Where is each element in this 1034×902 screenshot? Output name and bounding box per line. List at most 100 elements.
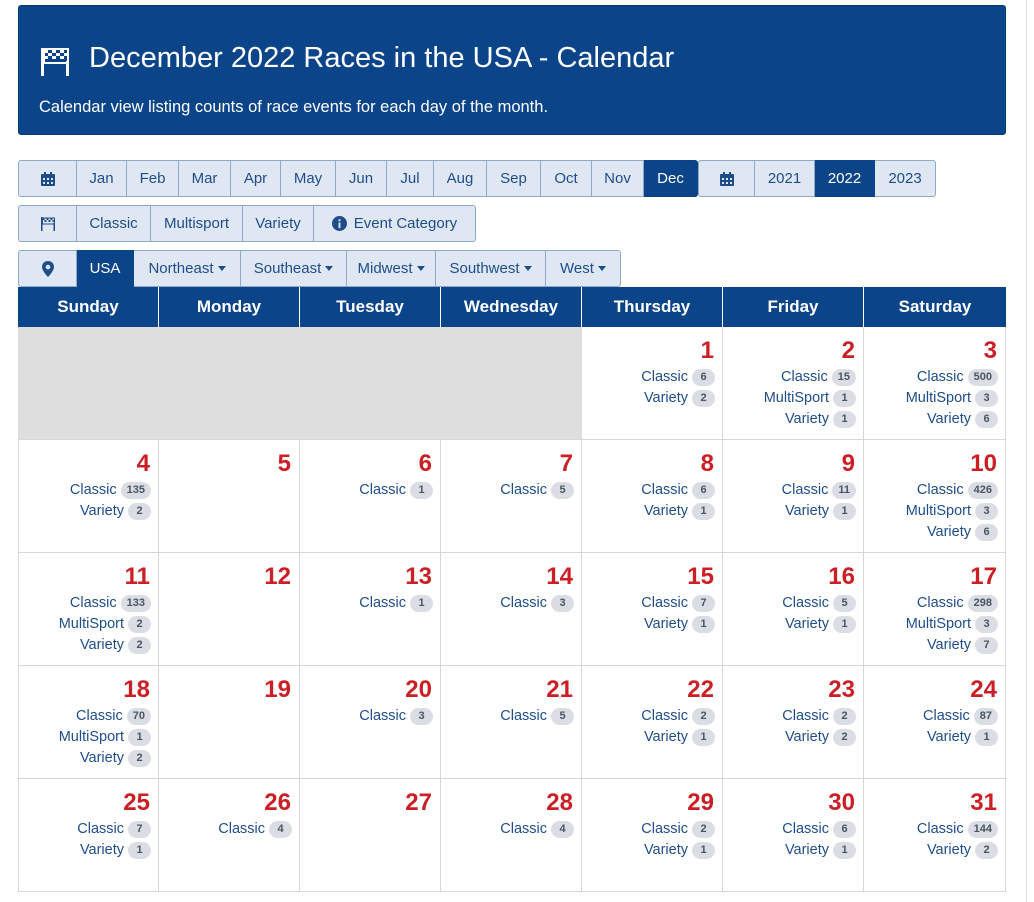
- event-type-link[interactable]: Classic: [782, 708, 829, 724]
- event-type-link[interactable]: Variety: [927, 729, 971, 745]
- event-type-link[interactable]: Variety: [927, 524, 971, 540]
- event-count-item[interactable]: Classic 3: [300, 707, 433, 725]
- calendar-icon-button[interactable]: [18, 160, 77, 197]
- event-count-item[interactable]: Classic 7: [582, 594, 715, 612]
- day-number[interactable]: 9: [723, 450, 856, 478]
- event-count-item[interactable]: Classic 5: [441, 481, 574, 499]
- event-count-item[interactable]: Variety 1: [723, 841, 856, 859]
- event-type-link[interactable]: MultiSport: [906, 390, 971, 406]
- category-button-variety[interactable]: Variety: [243, 205, 314, 242]
- day-number[interactable]: 2: [723, 337, 856, 365]
- event-count-item[interactable]: Classic 4: [159, 820, 292, 838]
- day-number[interactable]: 22: [582, 676, 715, 704]
- day-number[interactable]: 27: [300, 789, 433, 817]
- day-number[interactable]: 5: [159, 450, 292, 478]
- event-type-link[interactable]: Variety: [644, 390, 688, 406]
- event-count-item[interactable]: Variety 6: [864, 523, 998, 541]
- event-count-item[interactable]: Classic 135: [19, 481, 151, 499]
- event-count-item[interactable]: Classic 5: [723, 594, 856, 612]
- event-type-link[interactable]: Classic: [782, 821, 829, 837]
- event-count-item[interactable]: Variety 2: [723, 728, 856, 746]
- day-number[interactable]: 15: [582, 563, 715, 591]
- day-cell-4[interactable]: 4 Classic 135 Variety 2: [18, 440, 159, 552]
- flag-icon-button[interactable]: [18, 205, 77, 242]
- day-cell-25[interactable]: 25 Classic 7 Variety 1: [18, 779, 159, 891]
- event-type-link[interactable]: MultiSport: [59, 729, 124, 745]
- month-button-feb[interactable]: Feb: [127, 160, 179, 197]
- event-count-item[interactable]: Classic 500: [864, 368, 998, 386]
- event-type-link[interactable]: Variety: [785, 616, 829, 632]
- event-count-item[interactable]: Variety 1: [582, 502, 715, 520]
- month-button-may[interactable]: May: [281, 160, 336, 197]
- event-count-item[interactable]: Variety 1: [582, 615, 715, 633]
- event-count-item[interactable]: Classic 6: [582, 481, 715, 499]
- event-type-link[interactable]: Classic: [77, 821, 124, 837]
- day-cell-23[interactable]: 23 Classic 2 Variety 2: [723, 666, 864, 778]
- event-count-item[interactable]: Classic 426: [864, 481, 998, 499]
- event-count-item[interactable]: MultiSport 1: [19, 728, 151, 746]
- day-number[interactable]: 8: [582, 450, 715, 478]
- event-count-item[interactable]: MultiSport 3: [864, 389, 998, 407]
- day-number[interactable]: 10: [864, 450, 998, 478]
- day-number[interactable]: 17: [864, 563, 998, 591]
- event-type-link[interactable]: Variety: [80, 750, 124, 766]
- day-number[interactable]: 21: [441, 676, 574, 704]
- event-type-link[interactable]: Classic: [70, 482, 117, 498]
- event-type-link[interactable]: Classic: [923, 708, 970, 724]
- day-cell-5[interactable]: 5: [159, 440, 300, 552]
- day-cell-20[interactable]: 20 Classic 3: [300, 666, 441, 778]
- event-type-link[interactable]: Classic: [917, 595, 964, 611]
- event-count-item[interactable]: Classic 298: [864, 594, 998, 612]
- event-count-item[interactable]: Variety 1: [582, 841, 715, 859]
- event-type-link[interactable]: Variety: [80, 503, 124, 519]
- day-cell-21[interactable]: 21 Classic 5: [441, 666, 582, 778]
- event-type-link[interactable]: Classic: [359, 708, 406, 724]
- event-type-link[interactable]: MultiSport: [906, 503, 971, 519]
- event-type-link[interactable]: Classic: [218, 821, 265, 837]
- day-cell-3[interactable]: 3 Classic 500 MultiSport 3 Variety 6: [864, 327, 1006, 439]
- event-count-item[interactable]: Classic 1: [300, 594, 433, 612]
- day-number[interactable]: 16: [723, 563, 856, 591]
- event-type-link[interactable]: Classic: [500, 821, 547, 837]
- month-button-sep[interactable]: Sep: [487, 160, 541, 197]
- event-count-item[interactable]: Classic 2: [723, 707, 856, 725]
- calendar-icon-button[interactable]: [698, 160, 755, 197]
- event-type-link[interactable]: Classic: [359, 595, 406, 611]
- day-cell-19[interactable]: 19: [159, 666, 300, 778]
- event-count-item[interactable]: Variety 2: [19, 502, 151, 520]
- event-count-item[interactable]: Variety 1: [723, 615, 856, 633]
- day-cell-13[interactable]: 13 Classic 1: [300, 553, 441, 665]
- event-type-link[interactable]: Classic: [500, 482, 547, 498]
- event-count-item[interactable]: Classic 133: [19, 594, 151, 612]
- year-button-2021[interactable]: 2021: [755, 160, 815, 197]
- event-type-link[interactable]: Variety: [644, 729, 688, 745]
- day-cell-9[interactable]: 9 Classic 11 Variety 1: [723, 440, 864, 552]
- year-button-2022[interactable]: 2022: [815, 160, 875, 197]
- event-count-item[interactable]: MultiSport 2: [19, 615, 151, 633]
- month-button-apr[interactable]: Apr: [231, 160, 281, 197]
- day-cell-12[interactable]: 12: [159, 553, 300, 665]
- day-cell-16[interactable]: 16 Classic 5 Variety 1: [723, 553, 864, 665]
- day-number[interactable]: 12: [159, 563, 292, 591]
- region-button-northeast[interactable]: Northeast: [134, 250, 241, 287]
- day-number[interactable]: 4: [19, 450, 151, 478]
- day-number[interactable]: 20: [300, 676, 433, 704]
- event-count-item[interactable]: Classic 15: [723, 368, 856, 386]
- event-count-item[interactable]: MultiSport 1: [723, 389, 856, 407]
- month-button-jun[interactable]: Jun: [336, 160, 387, 197]
- day-number[interactable]: 31: [864, 789, 998, 817]
- day-cell-11[interactable]: 11 Classic 133 MultiSport 2 Variety 2: [18, 553, 159, 665]
- event-count-item[interactable]: Classic 6: [723, 820, 856, 838]
- event-type-link[interactable]: Classic: [782, 595, 829, 611]
- day-cell-30[interactable]: 30 Classic 6 Variety 1: [723, 779, 864, 891]
- event-type-link[interactable]: Classic: [500, 595, 547, 611]
- event-type-link[interactable]: Variety: [927, 411, 971, 427]
- day-number[interactable]: 6: [300, 450, 433, 478]
- month-button-aug[interactable]: Aug: [434, 160, 487, 197]
- event-type-link[interactable]: Classic: [917, 482, 964, 498]
- event-type-link[interactable]: Variety: [644, 842, 688, 858]
- day-cell-17[interactable]: 17 Classic 298 MultiSport 3 Variety 7: [864, 553, 1006, 665]
- month-button-jul[interactable]: Jul: [387, 160, 434, 197]
- event-type-link[interactable]: Variety: [785, 842, 829, 858]
- event-count-item[interactable]: Classic 5: [441, 707, 574, 725]
